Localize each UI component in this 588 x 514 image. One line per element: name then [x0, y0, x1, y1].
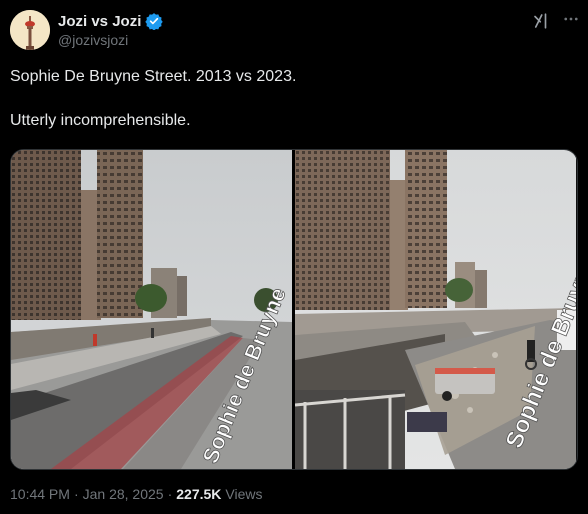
- tweet-line-1: Sophie De Bruyne Street. 2013 vs 2023.: [10, 68, 297, 85]
- media-grid: Sophie de Bruyne Sophie de Bruyne: [10, 149, 578, 470]
- tweet-line-2: Utterly incomprehensible.: [10, 112, 191, 129]
- photo-2013[interactable]: Sophie de Bruyne: [11, 150, 292, 469]
- tweet-text: Sophie De Bruyne Street. 2013 vs 2023. U…: [10, 66, 570, 132]
- views-label: Views: [225, 486, 263, 502]
- author-handle[interactable]: @jozivsjozi: [58, 32, 128, 48]
- meta-separator: ·: [73, 486, 79, 502]
- grok-icon[interactable]: [530, 10, 552, 32]
- tweet-meta: 10:44 PM · Jan 28, 2025 · 227.5K Views: [10, 486, 263, 502]
- avatar[interactable]: [10, 10, 50, 50]
- views-count: 227.5K: [176, 486, 222, 502]
- tweet-date[interactable]: Jan 28, 2025: [83, 486, 164, 502]
- tweet-time[interactable]: 10:44 PM: [10, 486, 70, 502]
- meta-separator: ·: [167, 486, 173, 502]
- hillbrow-tower-icon: [10, 10, 50, 50]
- author-name[interactable]: Jozi vs Jozi: [58, 13, 141, 30]
- verified-badge-icon: [145, 12, 164, 30]
- more-options-icon[interactable]: [560, 8, 582, 30]
- photo-2023[interactable]: Sophie de Bruyne: [295, 150, 576, 469]
